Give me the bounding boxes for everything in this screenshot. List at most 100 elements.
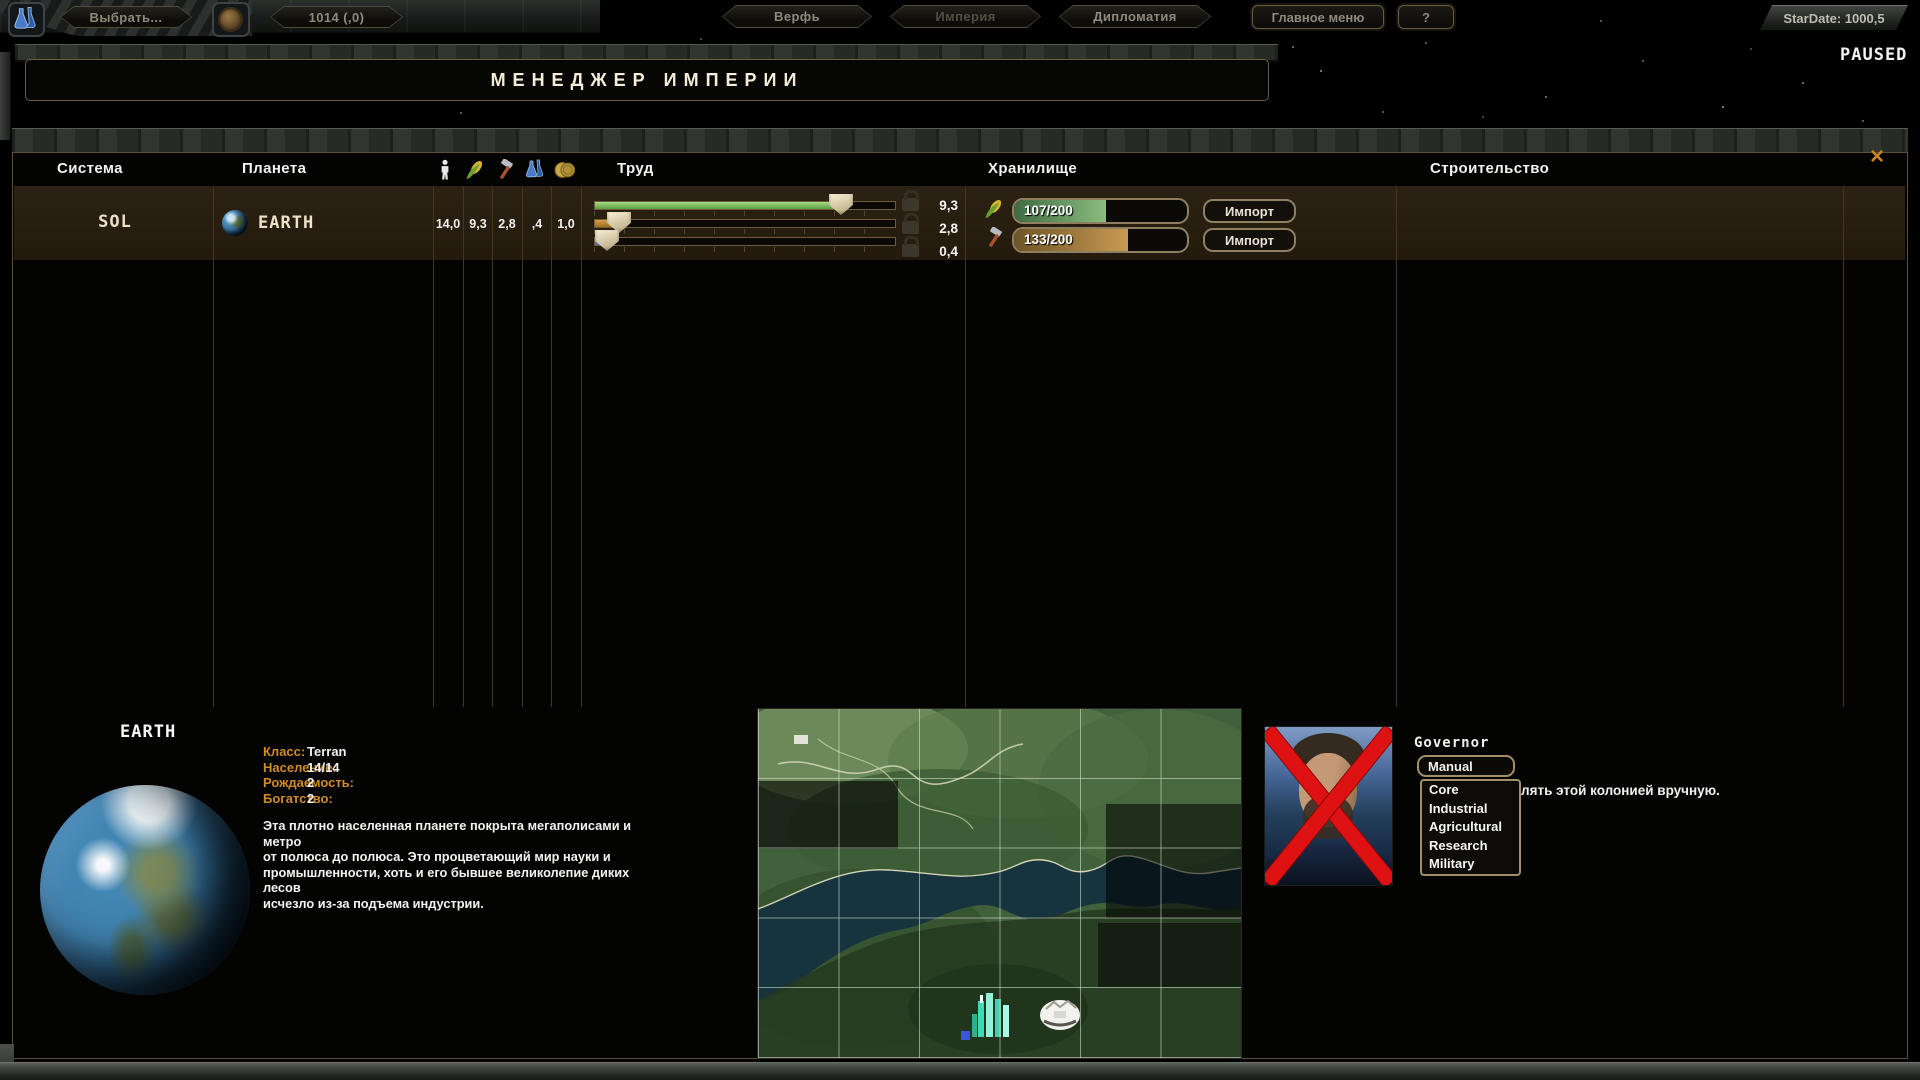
main-menu-label: Главное меню: [1272, 10, 1365, 25]
column-divider: [463, 186, 464, 707]
stat-population: 14,0: [433, 217, 463, 231]
governor-option-military[interactable]: Military: [1422, 855, 1519, 874]
slider-ticks: [594, 211, 894, 216]
governor-selected-value: Manual: [1428, 759, 1473, 774]
panel-frame-decor: [12, 128, 1908, 155]
column-divider: [213, 186, 214, 707]
page-title: МЕНЕДЖЕР ИМПЕРИИ: [491, 70, 804, 91]
food-lock-icon[interactable]: [902, 198, 919, 211]
diplomacy-button[interactable]: Дипломатия: [1059, 5, 1211, 28]
governor-portrait[interactable]: [1264, 726, 1393, 886]
industry-storage-bar: 133/200: [1012, 227, 1189, 253]
industry-labor-slider[interactable]: [594, 219, 896, 228]
stat-value-population: 14/14: [307, 760, 340, 775]
planet-description: Эта плотно населенная планете покрыта ме…: [263, 818, 663, 912]
bottom-frame-bar: [0, 1062, 1920, 1080]
stat-industry: 2,8: [492, 217, 522, 231]
help-label: ?: [1422, 10, 1430, 25]
map-grid-overlay: [758, 709, 1241, 1058]
food-labor-slider[interactable]: [594, 201, 896, 210]
population-icon: [438, 159, 452, 185]
stat-wealth: 1,0: [551, 217, 581, 231]
system-name: SOL: [40, 212, 190, 232]
governor-option-industrial[interactable]: Industrial: [1422, 800, 1519, 819]
governor-select[interactable]: Manual: [1417, 755, 1515, 777]
shipyard-button[interactable]: Верфь: [722, 5, 872, 28]
food-import-label: Импорт: [1225, 204, 1274, 219]
science-flasks-icon: [11, 5, 40, 32]
column-divider: [492, 186, 493, 707]
science-labor-value: 0,4: [920, 244, 958, 259]
column-header-system: Система: [57, 160, 123, 177]
industry-labor-fill: [595, 220, 619, 227]
science-labor-fill: [595, 238, 607, 245]
game-screen: Выбрать... 1014 (,0) Верфь Империя Дипло…: [0, 0, 1920, 1080]
governor-option-research[interactable]: Research: [1422, 837, 1519, 856]
planet-name: EARTH: [258, 213, 314, 233]
emblem-icon: [218, 7, 243, 32]
food-labor-fill: [595, 202, 841, 209]
food-storage-label: 107/200: [1024, 203, 1073, 218]
frame-pipe-decor: [0, 52, 11, 140]
science-labor-slider[interactable]: [594, 237, 896, 246]
planet-thumb-icon: [222, 210, 248, 236]
wealth-icon: [554, 159, 576, 186]
empire-label: Империя: [891, 6, 1040, 27]
stat-value-birthrate: 2: [307, 775, 314, 790]
food-import-button[interactable]: Импорт: [1203, 199, 1296, 223]
stat-label-wealth: Богатство:: [263, 791, 333, 806]
description-line: исчезло из-за подъема индустрии.: [263, 896, 663, 912]
empire-emblem-button[interactable]: [212, 2, 250, 37]
description-line: промышленности, хоть и его бывшее велико…: [263, 865, 663, 896]
food-storage-bar: 107/200: [1012, 198, 1189, 224]
column-divider: [522, 186, 523, 707]
title-bar: МЕНЕДЖЕР ИМПЕРИИ: [25, 59, 1269, 101]
stat-value-wealth: 2: [307, 791, 314, 806]
column-divider: [581, 186, 582, 707]
column-divider: [551, 186, 552, 707]
slider-ticks: [594, 229, 894, 234]
governor-note-fragment: лять этой колонией вручную.: [1521, 783, 1720, 798]
description-line: Эта плотно населенная планете покрыта ме…: [263, 818, 663, 849]
stat-value-class: Terran: [307, 744, 347, 759]
column-divider: [433, 186, 434, 707]
detail-planet-name: EARTH: [120, 722, 176, 742]
industry-import-label: Импорт: [1225, 233, 1274, 248]
column-divider: [965, 186, 966, 707]
industry-labor-value: 2,8: [920, 221, 958, 236]
governor-option-core[interactable]: Core: [1422, 781, 1519, 800]
industry-icon: [494, 159, 516, 186]
industry-storage-label: 133/200: [1024, 232, 1073, 247]
planet-surface-map[interactable]: [757, 708, 1242, 1059]
slider-ticks: [594, 247, 894, 252]
industry-import-button[interactable]: Импорт: [1203, 228, 1296, 252]
select-button-label: Выбрать...: [61, 7, 191, 27]
research-button[interactable]: [8, 2, 45, 37]
planet-image: [40, 785, 250, 995]
science-lock-icon[interactable]: [902, 244, 919, 257]
column-divider: [1843, 186, 1844, 707]
paused-indicator: PAUSED: [1840, 45, 1907, 65]
stat-science: ,4: [522, 217, 552, 231]
food-icon: [464, 159, 486, 186]
funds-label: 1014 (,0): [271, 7, 402, 27]
column-header-planet: Планета: [242, 160, 306, 177]
science-icon: [524, 158, 546, 185]
help-button[interactable]: ?: [1398, 5, 1454, 29]
stat-food: 9,3: [463, 217, 493, 231]
main-menu-button[interactable]: Главное меню: [1252, 5, 1384, 29]
diplomacy-label: Дипломатия: [1060, 6, 1210, 27]
stardate-label: StarDate: 1000,5: [1783, 11, 1884, 26]
description-line: от полюса до полюса. Это процветающий ми…: [263, 849, 663, 865]
food-labor-value: 9,3: [920, 198, 958, 213]
governor-label: Governor: [1414, 735, 1489, 751]
shipyard-label: Верфь: [723, 6, 871, 27]
close-icon[interactable]: ×: [1870, 146, 1884, 168]
column-header-construction: Строительство: [1430, 160, 1549, 177]
empire-button[interactable]: Империя: [890, 5, 1041, 28]
industry-icon: [983, 227, 1005, 254]
select-button[interactable]: Выбрать...: [60, 6, 192, 28]
funds-button[interactable]: 1014 (,0): [270, 6, 403, 28]
governor-option-agricultural[interactable]: Agricultural: [1422, 818, 1519, 837]
industry-lock-icon[interactable]: [902, 221, 919, 234]
